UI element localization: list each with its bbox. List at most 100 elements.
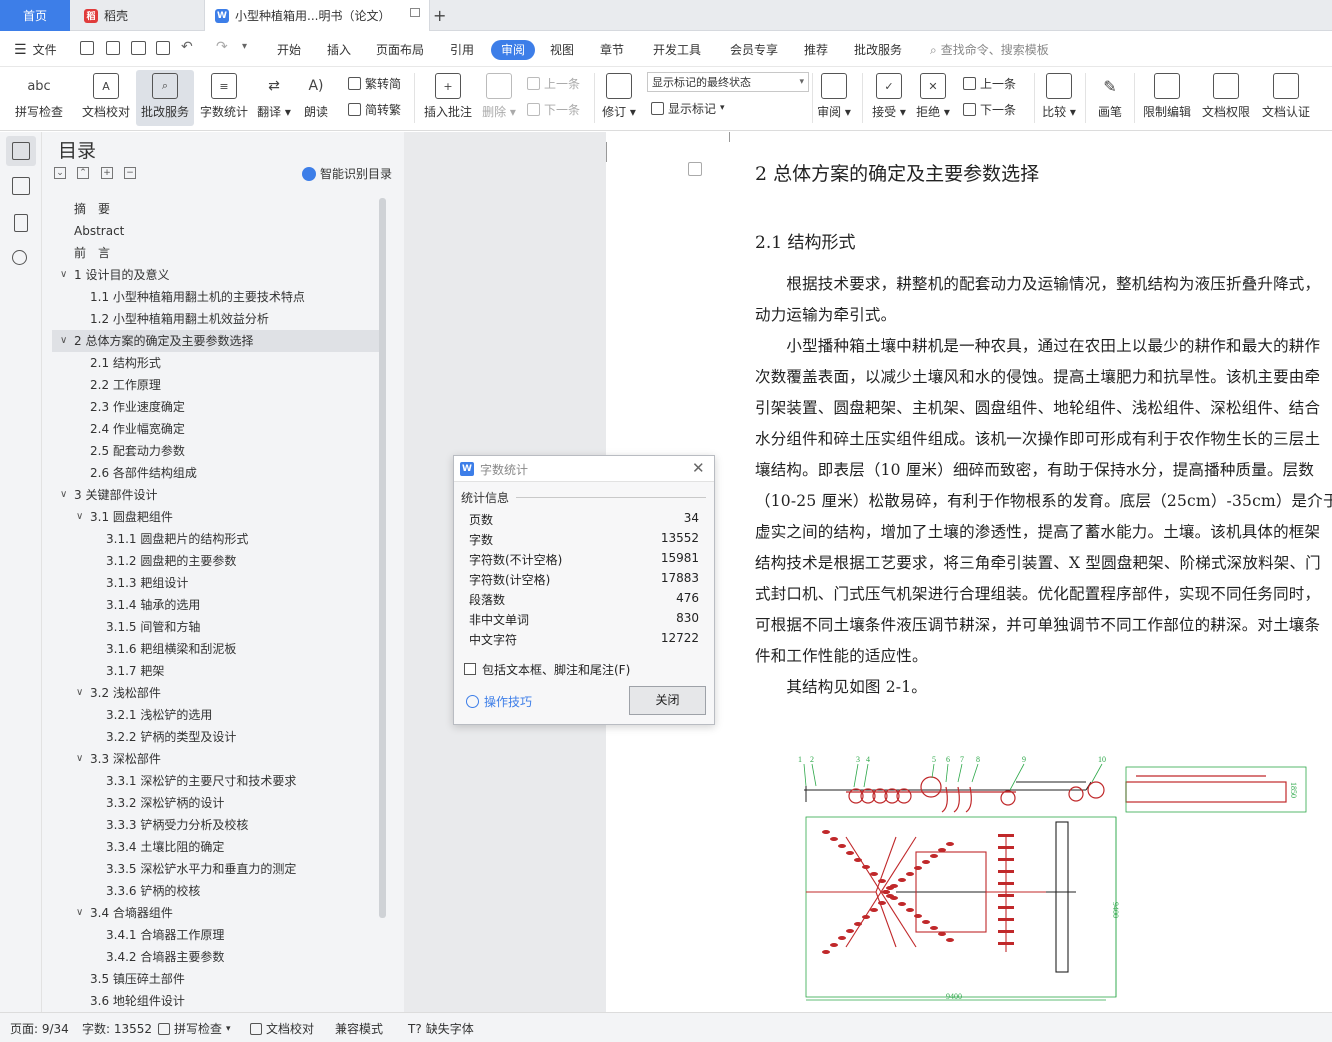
menu-recommend[interactable]: 推荐 (804, 40, 828, 60)
print-preview-icon[interactable] (156, 41, 170, 55)
prev-comment-button[interactable]: 上一条 (527, 74, 580, 92)
toc-item[interactable]: 2.5 配套动力参数 (52, 440, 380, 462)
toc-item[interactable]: 3.5 镇压碎土部件 (52, 968, 380, 990)
menu-chapter[interactable]: 章节 (600, 40, 624, 60)
toc-item[interactable]: 3.1.1 圆盘耙片的结构形式 (52, 528, 380, 550)
menu-start[interactable]: 开始 (277, 40, 301, 60)
redo-icon[interactable]: ↷ (216, 39, 228, 55)
chevron-down-icon[interactable]: ∨ (76, 682, 83, 704)
menu-layout[interactable]: 页面布局 (376, 40, 424, 60)
word-count-indicator[interactable]: 字数: 13552 (82, 1020, 152, 1037)
correction-service-button[interactable]: ⌕ 批改服务 (136, 70, 194, 126)
toc-item[interactable]: ∨ 1 设计目的及意义 (52, 264, 380, 286)
save-icon[interactable] (80, 41, 94, 55)
search-icon[interactable] (12, 250, 27, 265)
pen-button[interactable]: ✎ 画笔 (1092, 70, 1128, 126)
smart-toc-button[interactable]: 智能识别目录 (302, 165, 392, 182)
menu-correction[interactable]: 批改服务 (854, 40, 902, 60)
tab-daoke[interactable]: 稻 稻壳 (72, 0, 200, 31)
toc-item[interactable]: 3.1.2 圆盘耙的主要参数 (52, 550, 380, 572)
toc-item[interactable]: 3.3.3 铲柄受力分析及校核 (52, 814, 380, 836)
spell-check-button[interactable]: abc 拼写检查 (8, 70, 70, 126)
chevron-down-icon[interactable]: ∨ (76, 748, 83, 770)
next-comment-button[interactable]: 下一条 (527, 100, 580, 118)
trad-to-simp-button[interactable]: 繁转简 (348, 74, 401, 92)
toc-item[interactable]: 3.4.1 合墒器工作原理 (52, 924, 380, 946)
export-pdf-icon[interactable] (106, 41, 120, 55)
paragraph-menu-icon[interactable] (688, 162, 702, 176)
toc-item[interactable]: 3.4.2 合墒器主要参数 (52, 946, 380, 968)
toc-item[interactable]: ∨ 3.2 浅松部件 (52, 682, 380, 704)
insert-comment-button[interactable]: + 插入批注 (420, 70, 476, 126)
menu-devtools[interactable]: 开发工具 (653, 40, 701, 60)
word-count-button[interactable]: ≡ 字数统计 (196, 70, 252, 126)
tab-home[interactable]: 首页 (0, 0, 70, 31)
doc-permission-button[interactable]: 文档权限 (1198, 70, 1254, 126)
add-heading-icon[interactable]: + (101, 167, 113, 179)
toc-item[interactable]: ∨ 3.3 深松部件 (52, 748, 380, 770)
expand-up-icon[interactable]: ⌃ (77, 167, 89, 179)
toc-item[interactable]: 2.1 结构形式 (52, 352, 380, 374)
prev-change-button[interactable]: 上一条 (963, 74, 1016, 92)
toc-item[interactable]: 3.3.4 土壤比阻的确定 (52, 836, 380, 858)
toc-item[interactable]: 摘 要 (52, 198, 380, 220)
menu-member[interactable]: 会员专享 (730, 40, 778, 60)
missing-font-button[interactable]: T? 缺失字体 (408, 1020, 474, 1037)
toc-item[interactable]: 3.1.3 耙组设计 (52, 572, 380, 594)
accept-button[interactable]: ✓ 接受 ▾ (870, 70, 908, 126)
remove-heading-icon[interactable]: − (124, 167, 136, 179)
toc-item[interactable]: ∨ 2 总体方案的确定及主要参数选择 (52, 330, 380, 352)
chevron-down-icon[interactable]: ∨ (76, 902, 83, 924)
delete-comment-button[interactable]: 删除 ▾ (478, 70, 520, 126)
toc-item[interactable]: 2.6 各部件结构组成 (52, 462, 380, 484)
toc-item[interactable]: 3.1.5 间管和方轴 (52, 616, 380, 638)
toc-item[interactable]: 3.3.6 铲柄的校核 (52, 880, 380, 902)
toc-item[interactable]: ∨ 3.4 合墒器组件 (52, 902, 380, 924)
track-changes-button[interactable]: 修订 ▾ (600, 70, 638, 126)
toc-item[interactable]: 3.3.5 深松铲水平力和垂直力的测定 (52, 858, 380, 880)
dialog-titlebar[interactable]: W 字数统计 ✕ (454, 456, 714, 482)
status-spell-check[interactable]: 拼写检查 ▾ (158, 1020, 231, 1037)
chevron-down-icon[interactable]: ∨ (60, 484, 67, 506)
toc-item[interactable]: ∨ 3 关键部件设计 (52, 484, 380, 506)
page-indicator[interactable]: 页面: 9/34 (10, 1020, 69, 1037)
file-menu[interactable]: ☰ 文件 (14, 40, 57, 60)
toc-item[interactable]: 2.2 工作原理 (52, 374, 380, 396)
quick-access-more-icon[interactable]: ▾ (242, 41, 247, 52)
translate-button[interactable]: ⇄ 翻译 ▾ (254, 70, 294, 126)
toc-item[interactable]: ∨ 3.1 圆盘耙组件 (52, 506, 380, 528)
toc-item[interactable]: 3.3.2 深松铲柄的设计 (52, 792, 380, 814)
toc-item[interactable]: 3.3.1 深松铲的主要尺寸和技术要求 (52, 770, 380, 792)
menu-references[interactable]: 引用 (450, 40, 474, 60)
toc-scrollbar[interactable] (379, 198, 386, 918)
new-tab-button[interactable]: + (433, 0, 446, 31)
tips-link[interactable]: 操作技巧 (466, 693, 532, 710)
chapter-nav-icon[interactable] (12, 177, 30, 195)
bookmark-icon[interactable] (14, 214, 28, 232)
toc-item[interactable]: 前 言 (52, 242, 380, 264)
undo-icon[interactable]: ↶ (181, 39, 193, 55)
toc-item[interactable]: 2.3 作业速度确定 (52, 396, 380, 418)
toc-item[interactable]: Abstract (52, 220, 380, 242)
chevron-down-icon[interactable]: ∨ (60, 264, 67, 286)
command-search[interactable]: ⌕ 查找命令、搜索模板 (930, 40, 1049, 60)
tab-pin-icon[interactable] (410, 8, 420, 17)
chevron-down-icon[interactable]: ∨ (76, 506, 83, 528)
toc-item[interactable]: 3.1.6 耙组横梁和刮泥板 (52, 638, 380, 660)
compare-button[interactable]: 比较 ▾ (1040, 70, 1078, 126)
reject-button[interactable]: ✕ 拒绝 ▾ (914, 70, 952, 126)
toc-item[interactable]: 1.2 小型种植箱用翻土机效益分析 (52, 308, 380, 330)
toc-item[interactable]: 3.6 地轮组件设计 (52, 990, 380, 1012)
close-icon[interactable]: ✕ (692, 459, 705, 477)
menu-review[interactable]: 审阅 (491, 40, 536, 60)
read-aloud-button[interactable]: A) 朗读 (298, 70, 334, 126)
toc-item[interactable]: 2.4 作业幅宽确定 (52, 418, 380, 440)
doc-certify-button[interactable]: 文档认证 (1258, 70, 1314, 126)
print-icon[interactable] (131, 41, 146, 55)
menu-view[interactable]: 视图 (550, 40, 574, 60)
collapse-all-icon[interactable]: ⌄ (54, 167, 66, 179)
doc-proof-button[interactable]: A 文档校对 (78, 70, 134, 126)
chevron-down-icon[interactable]: ∨ (60, 330, 67, 352)
close-button[interactable]: 关闭 (629, 686, 706, 715)
restrict-edit-button[interactable]: 限制编辑 (1140, 70, 1194, 126)
